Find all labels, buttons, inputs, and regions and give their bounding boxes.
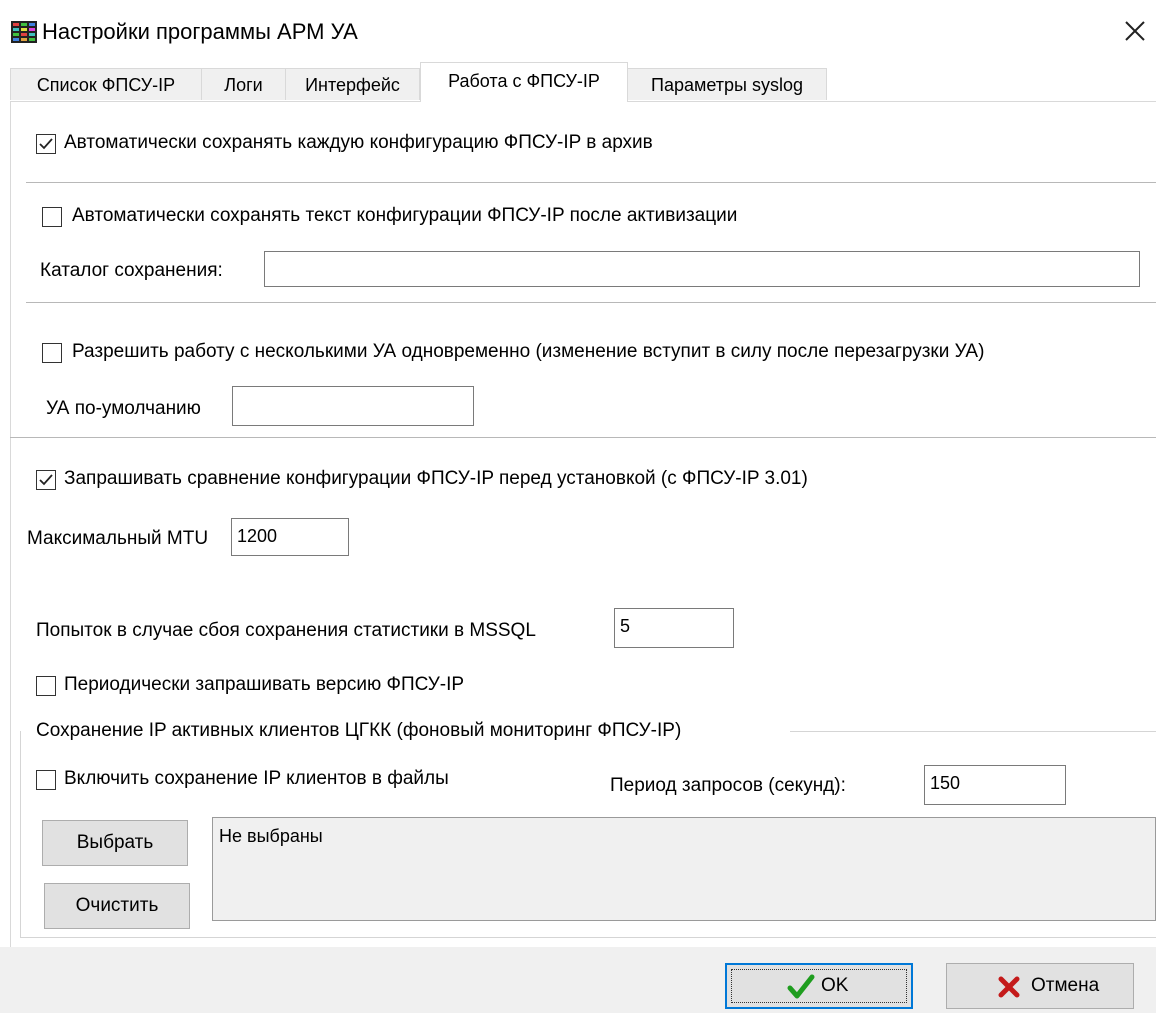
- close-button[interactable]: [1118, 14, 1152, 48]
- divider: [26, 182, 1156, 183]
- ok-button[interactable]: OK: [725, 963, 913, 1009]
- checkmark-icon: [39, 474, 53, 486]
- default-ua-input[interactable]: [232, 386, 474, 426]
- enable-client-save-label: Включить сохранение IP клиентов в файлы: [64, 768, 449, 789]
- groupbox-title: Сохранение IP активных клиентов ЦГКК (фо…: [34, 720, 684, 742]
- multi-ua-checkbox[interactable]: [42, 343, 62, 363]
- cancel-button[interactable]: Отмена: [946, 963, 1134, 1009]
- close-icon: [1125, 21, 1145, 41]
- period-input[interactable]: 150: [924, 765, 1066, 805]
- auto-archive-label: Автоматически сохранять каждую конфигура…: [64, 132, 653, 153]
- clear-button[interactable]: Очистить: [44, 883, 190, 929]
- app-grid-icon: [11, 21, 37, 43]
- auto-save-text-label: Автоматически сохранять текст конфигурац…: [72, 205, 738, 226]
- checkmark-icon: [39, 138, 53, 150]
- ok-label: OK: [821, 975, 849, 996]
- tab-logs[interactable]: Логи: [201, 68, 286, 100]
- window-title: Настройки программы АРМ УА: [42, 19, 358, 44]
- groupbox-border: [20, 731, 21, 938]
- select-button[interactable]: Выбрать: [42, 820, 188, 866]
- save-dir-input[interactable]: [264, 251, 1140, 287]
- groupbox-border: [20, 937, 1156, 938]
- multi-ua-label: Разрешить работу с несколькими УА одновр…: [72, 341, 985, 362]
- auto-archive-checkbox[interactable]: [36, 134, 56, 154]
- tab-fpsu-list[interactable]: Список ФПСУ-IP: [10, 68, 202, 100]
- enable-client-save-checkbox[interactable]: [36, 770, 56, 790]
- cancel-label: Отмена: [1031, 975, 1100, 996]
- max-mtu-input[interactable]: 1200: [231, 518, 349, 556]
- red-x-icon: [998, 976, 1020, 998]
- default-ua-label: УА по-умолчанию: [46, 398, 201, 419]
- poll-version-label: Периодически запрашивать версию ФПСУ-IP: [64, 674, 465, 695]
- period-label: Период запросов (секунд):: [610, 775, 846, 796]
- groupbox-border: [790, 731, 1156, 732]
- mssql-retries-label: Попыток в случае сбоя сохранения статист…: [36, 620, 536, 641]
- divider: [26, 302, 1156, 303]
- mssql-retries-input[interactable]: 5: [614, 608, 734, 648]
- auto-save-text-checkbox[interactable]: [42, 207, 62, 227]
- selected-files-text: Не выбраны: [219, 826, 323, 846]
- tab-interface[interactable]: Интерфейс: [285, 68, 420, 100]
- max-mtu-label: Максимальный MTU: [27, 528, 209, 549]
- poll-version-checkbox[interactable]: [36, 676, 56, 696]
- tab-fpsu-work[interactable]: Работа с ФПСУ-IP: [420, 62, 628, 102]
- checkmark-icon: [787, 974, 815, 999]
- selected-files-box: Не выбраны: [212, 817, 1156, 921]
- compare-request-checkbox[interactable]: [36, 470, 56, 490]
- divider: [10, 437, 1156, 438]
- tab-syslog[interactable]: Параметры syslog: [627, 68, 827, 100]
- save-dir-label: Каталог сохранения:: [40, 260, 223, 281]
- compare-request-label: Запрашивать сравнение конфигурации ФПСУ-…: [64, 468, 808, 489]
